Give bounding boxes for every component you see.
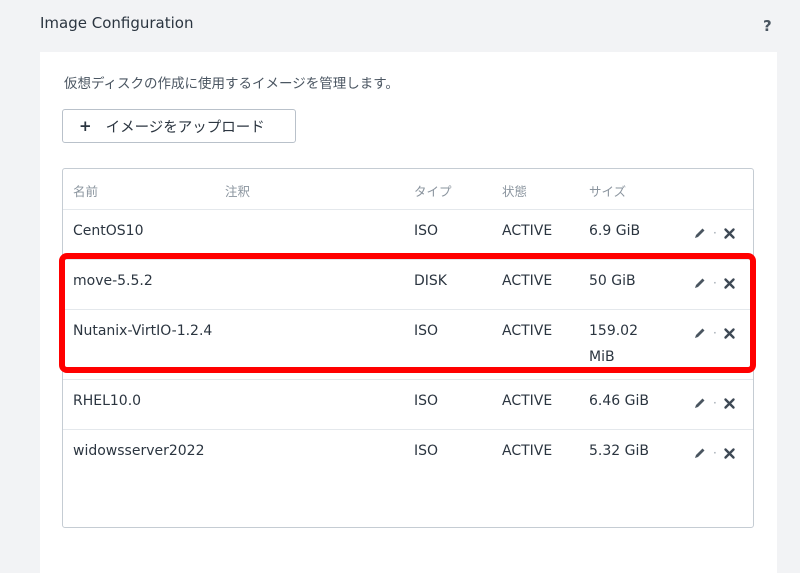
help-icon[interactable]: ? [763,17,772,35]
action-separator: · [713,326,717,340]
row-size: 5.32 GiB [589,438,649,464]
edit-icon[interactable] [693,396,707,410]
row-type: ISO [414,223,439,239]
column-header-type[interactable]: タイプ [414,181,452,200]
action-separator: · [713,446,717,460]
column-header-note[interactable]: 注釈 [225,181,250,200]
row-actions: · [693,326,736,340]
plus-icon: + [79,116,92,135]
edit-icon[interactable] [693,276,707,290]
row-type: ISO [414,443,439,459]
row-name: Nutanix-VirtIO-1.2.4 [73,323,213,339]
column-header-size[interactable]: サイズ [589,181,626,200]
upload-image-button[interactable]: + イメージをアップロード [62,109,296,143]
row-size-value: 159.02 [589,323,638,339]
row-state: ACTIVE [502,273,553,289]
row-name: RHEL10.0 [73,393,142,409]
row-state: ACTIVE [502,323,553,339]
row-name: move-5.5.2 [73,273,153,289]
image-config-panel: 仮想ディスクの作成に使用するイメージを管理します。 + イメージをアップロード … [40,52,777,573]
edit-icon[interactable] [693,446,707,460]
row-actions: · [693,276,736,290]
table-row: widowsserver2022 ISO ACTIVE 5.32 GiB · [63,429,753,480]
upload-image-label: イメージをアップロード [105,119,265,136]
page-header: Image Configuration ? [0,0,800,52]
edit-icon[interactable] [693,326,707,340]
delete-icon[interactable] [723,227,736,240]
image-table: 名前 注釈 タイプ 状態 サイズ CentOS10 ISO ACTIVE 6.9… [62,168,754,528]
panel-description: 仮想ディスクの作成に使用するイメージを管理します。 [64,76,399,92]
delete-icon[interactable] [723,327,736,340]
row-actions: · [693,396,736,410]
row-actions: · [693,446,736,460]
delete-icon[interactable] [723,397,736,410]
table-row: RHEL10.0 ISO ACTIVE 6.46 GiB · [63,379,753,430]
row-size: 50 GiB [589,268,636,294]
table-row: move-5.5.2 DISK ACTIVE 50 GiB · [63,259,753,310]
table-row: Nutanix-VirtIO-1.2.4 ISO ACTIVE 159.02 M… [63,309,753,380]
row-type: DISK [414,273,447,289]
table-row: CentOS10 ISO ACTIVE 6.9 GiB · [63,209,753,260]
row-size: 6.9 GiB [589,218,640,244]
row-size-value: 50 GiB [589,273,636,289]
row-name: CentOS10 [73,223,144,239]
row-type: ISO [414,323,439,339]
table-header: 名前 注釈 タイプ 状態 サイズ [63,169,753,209]
action-separator: · [713,226,717,240]
action-separator: · [713,276,717,290]
row-state: ACTIVE [502,393,553,409]
row-name: widowsserver2022 [73,443,205,459]
column-header-state[interactable]: 状態 [502,181,527,200]
page-title: Image Configuration [40,14,194,32]
row-size-value: 5.32 GiB [589,443,649,459]
row-state: ACTIVE [502,443,553,459]
row-size: 6.46 GiB [589,388,649,414]
column-header-name[interactable]: 名前 [73,181,98,200]
edit-icon[interactable] [693,226,707,240]
row-size-value: 6.9 GiB [589,223,641,239]
row-actions: · [693,226,736,240]
row-type: ISO [414,393,439,409]
row-state: ACTIVE [502,223,553,239]
row-size: 159.02 MiB [589,318,638,370]
row-size-value: 6.46 GiB [589,393,649,409]
delete-icon[interactable] [723,277,736,290]
row-size-unit: MiB [589,349,615,365]
delete-icon[interactable] [723,447,736,460]
action-separator: · [713,396,717,410]
